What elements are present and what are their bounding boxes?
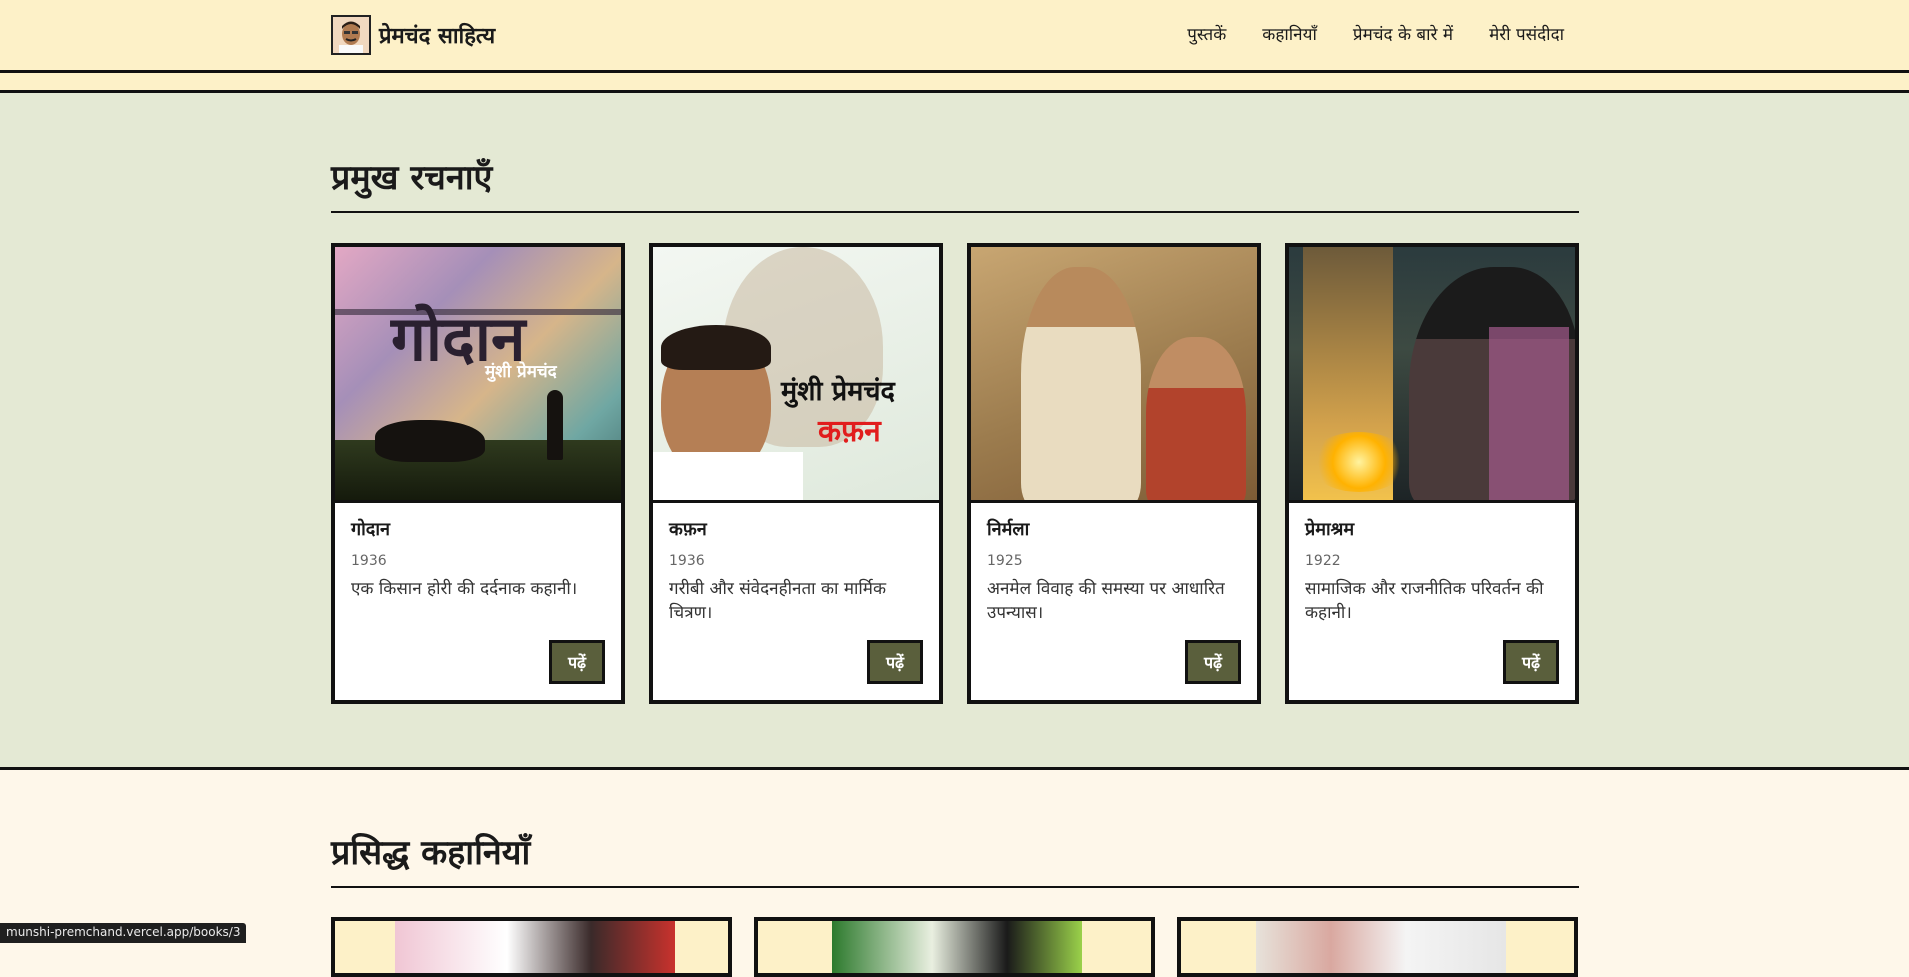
book-title: कफ़न — [669, 517, 923, 541]
card-body: प्रेमाश्रम 1922 सामाजिक और राजनीतिक परिव… — [1289, 503, 1575, 639]
book-description: सामाजिक और राजनीतिक परिवर्तन की कहानी। — [1305, 577, 1559, 625]
story-cover-image — [395, 921, 675, 973]
read-button[interactable]: पढ़ें — [1185, 640, 1241, 684]
book-card-premashram[interactable]: प्रेमाश्रम 1922 सामाजिक और राजनीतिक परिव… — [1285, 243, 1579, 704]
book-description: गरीबी और संवेदनहीनता का मार्मिक चित्रण। — [669, 577, 923, 625]
cover-portrait-shirt — [653, 452, 803, 500]
cover-lamp-glow — [1309, 432, 1409, 492]
cover-painting-figure — [1021, 267, 1141, 503]
header-divider-strip — [0, 73, 1909, 93]
farmer-silhouette — [547, 390, 563, 460]
book-cover-premashram — [1289, 247, 1575, 503]
book-description: अनमेल विवाह की समस्या पर आधारित उपन्यास। — [987, 577, 1241, 625]
premchand-portrait-logo — [331, 15, 371, 55]
nav-item-stories[interactable]: कहानियाँ — [1262, 22, 1317, 45]
ox-silhouette — [375, 420, 485, 462]
book-card-kafan[interactable]: मुंशी प्रेमचंद कफ़न कफ़न 1936 गरीबी और स… — [649, 243, 943, 704]
cover-portrait-hair — [661, 325, 771, 370]
nav-item-books[interactable]: पुस्तकें — [1187, 22, 1226, 45]
story-cover-image — [1256, 921, 1506, 973]
book-year: 1922 — [1305, 553, 1559, 569]
cover-author: मुंशी प्रेमचंद — [781, 371, 895, 408]
cover-author: मुंशी प्रेमचंद — [485, 359, 557, 382]
book-title: गोदान — [351, 517, 605, 541]
major-works-heading: प्रमुख रचनाएँ — [331, 153, 1579, 213]
book-year: 1936 — [669, 553, 923, 569]
nav-item-favorites[interactable]: मेरी पसंदीदा — [1489, 22, 1564, 45]
read-button[interactable]: पढ़ें — [1503, 640, 1559, 684]
major-works-section: प्रमुख रचनाएँ गोदान मुंशी प्रेमचंद गोदान… — [0, 93, 1909, 770]
book-title: निर्मला — [987, 517, 1241, 541]
main-nav: पुस्तकें कहानियाँ प्रेमचंद के बारे में म… — [1187, 22, 1564, 45]
story-cover-image — [832, 921, 1082, 973]
book-year: 1936 — [351, 553, 605, 569]
book-cover-nirmala — [971, 247, 1257, 503]
book-cover-kafan: मुंशी प्रेमचंद कफ़न — [653, 247, 939, 503]
cover-sari — [1489, 327, 1569, 503]
card-body: गोदान 1936 एक किसान होरी की दर्दनाक कहान… — [335, 503, 621, 615]
book-card-godan[interactable]: गोदान मुंशी प्रेमचंद गोदान 1936 एक किसान… — [331, 243, 625, 704]
story-card[interactable] — [1177, 917, 1578, 977]
nav-item-about[interactable]: प्रेमचंद के बारे में — [1353, 22, 1453, 45]
story-card[interactable] — [754, 917, 1155, 977]
brand-title: प्रेमचंद साहित्य — [379, 20, 495, 50]
book-cover-godan: गोदान मुंशी प्रेमचंद — [335, 247, 621, 503]
brand[interactable]: प्रेमचंद साहित्य — [331, 15, 495, 55]
read-button[interactable]: पढ़ें — [867, 640, 923, 684]
famous-stories-section: प्रसिद्ध कहानियाँ — [0, 770, 1909, 943]
site-header: प्रेमचंद साहित्य पुस्तकें कहानियाँ प्रेम… — [0, 0, 1909, 73]
card-body: कफ़न 1936 गरीबी और संवेदनहीनता का मार्मि… — [653, 503, 939, 639]
book-description: एक किसान होरी की दर्दनाक कहानी। — [351, 577, 605, 601]
card-body: निर्मला 1925 अनमेल विवाह की समस्या पर आध… — [971, 503, 1257, 639]
read-button[interactable]: पढ़ें — [549, 640, 605, 684]
cover-painting-figure — [1146, 337, 1246, 503]
book-year: 1925 — [987, 553, 1241, 569]
famous-stories-heading: प्रसिद्ध कहानियाँ — [331, 828, 1579, 888]
book-title: प्रेमाश्रम — [1305, 517, 1559, 541]
story-card[interactable] — [331, 917, 732, 977]
book-card-nirmala[interactable]: निर्मला 1925 अनमेल विवाह की समस्या पर आध… — [967, 243, 1261, 704]
cover-title: कफ़न — [818, 409, 881, 450]
link-status-bar: munshi-premchand.vercel.app/books/3 — [0, 923, 246, 943]
